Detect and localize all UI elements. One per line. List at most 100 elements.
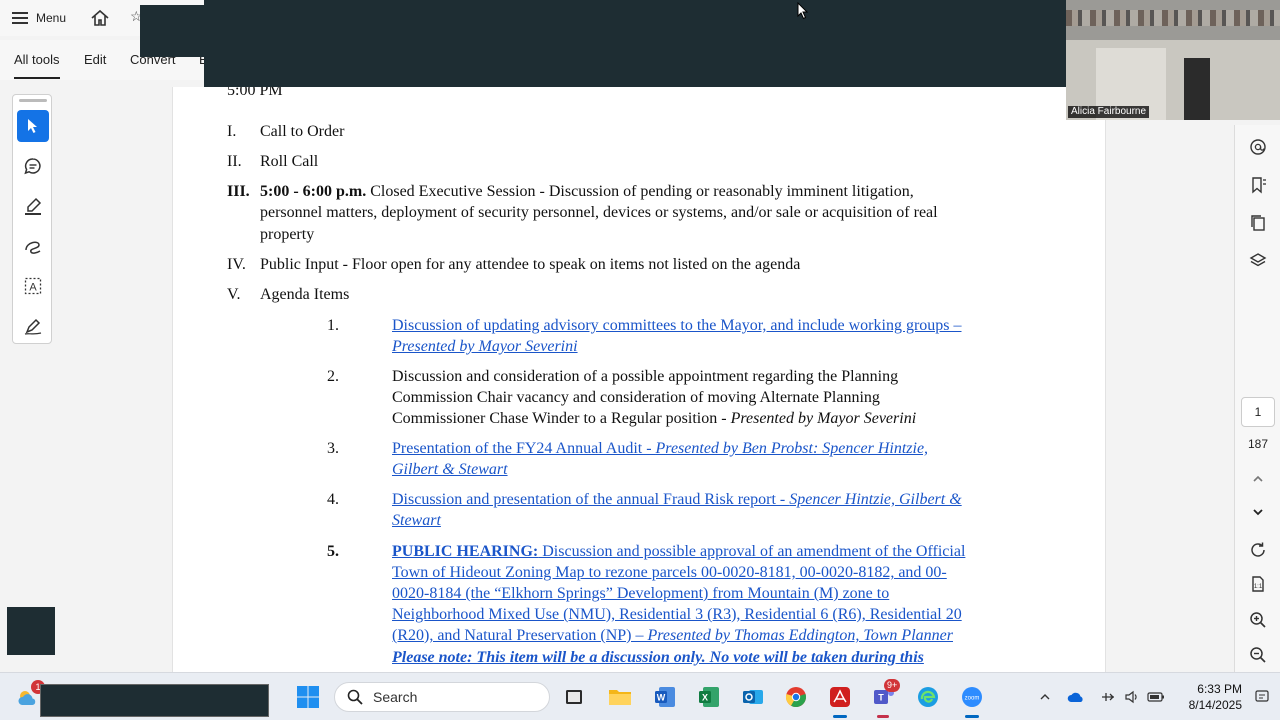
outline-text: Public Input - Floor open for any attend… xyxy=(260,256,801,273)
menu-label: Menu xyxy=(36,11,67,25)
word-icon: W xyxy=(655,687,675,707)
chevron-up-icon xyxy=(1253,475,1263,482)
zoom-out-button[interactable] xyxy=(1246,643,1270,667)
teams-indicator xyxy=(877,715,889,718)
windows-taskbar: 1 Search W X T 9+ zoom 6:33 PM 8/14/2025 xyxy=(0,672,1280,720)
agenda-note[interactable]: Please note: This item will be a discuss… xyxy=(392,649,924,667)
zoom-button[interactable]: zoom xyxy=(958,683,986,711)
volume-icon[interactable] xyxy=(1122,687,1142,707)
onedrive-icon[interactable] xyxy=(1066,687,1086,707)
agenda-link-presenter[interactable]: Gilbert & Stewart xyxy=(392,461,508,479)
highlight-button[interactable] xyxy=(17,190,49,222)
network-icon[interactable] xyxy=(1098,687,1118,707)
public-hearing-label[interactable]: PUBLIC HEARING: xyxy=(392,543,538,560)
comments-panel-button[interactable] xyxy=(1246,135,1270,159)
agenda-link-presenter[interactable]: Presented by Ben Probst: Spencer Hintzie… xyxy=(656,440,929,457)
rail-grip[interactable] xyxy=(19,99,47,102)
agenda-link-part[interactable]: Presentation of the FY24 Annual Audit - xyxy=(392,440,656,457)
outline-text-line: Closed Executive Session - Discussion of… xyxy=(366,183,914,200)
text-box-button[interactable]: A xyxy=(17,270,49,302)
outline-item: I. Call to Order xyxy=(227,123,344,141)
agenda-number: 5. xyxy=(327,543,339,560)
agenda-link[interactable]: PUBLIC HEARING: Discussion and possible … xyxy=(392,543,965,561)
cloud-icon xyxy=(1067,692,1083,702)
menu-button[interactable]: Menu xyxy=(12,8,66,28)
outline-text-line: personnel matters, deployment of securit… xyxy=(260,204,938,221)
previous-page-button[interactable] xyxy=(1246,467,1270,491)
taskbar-search[interactable]: Search xyxy=(334,682,550,712)
edge-button[interactable] xyxy=(914,683,942,711)
task-view-icon xyxy=(566,690,582,704)
outline-text: Agenda Items xyxy=(260,286,350,303)
chrome-icon xyxy=(785,687,806,708)
video-thumbnail[interactable]: Alicia Fairbourne xyxy=(1066,0,1280,120)
page-thumbnails-button[interactable] xyxy=(1246,211,1270,235)
redacted-region xyxy=(40,684,269,717)
fit-page-icon: 1:1 xyxy=(1252,576,1264,592)
agenda-link-presenter[interactable]: Presented by Thomas Eddington, Town Plan… xyxy=(648,627,953,644)
agenda-link-part[interactable]: Discussion and possible approval of an a… xyxy=(538,543,965,560)
search-icon xyxy=(347,689,363,705)
outline-text: Call to Order xyxy=(260,123,345,140)
outlook-button[interactable] xyxy=(739,683,767,711)
start-button[interactable] xyxy=(296,685,320,709)
excel-button[interactable]: X xyxy=(695,683,723,711)
search-placeholder: Search xyxy=(373,689,418,705)
outline-number: IV. xyxy=(227,256,246,273)
speaker-icon xyxy=(1125,690,1137,704)
bookmarks-button[interactable] xyxy=(1246,173,1270,197)
word-button[interactable]: W xyxy=(651,683,679,711)
home-button[interactable] xyxy=(90,8,110,28)
excel-icon: X xyxy=(699,687,719,707)
task-view-button[interactable] xyxy=(560,683,588,711)
layers-icon xyxy=(1249,253,1267,267)
zoom-indicator xyxy=(965,715,979,718)
system-clock[interactable]: 6:33 PM 8/14/2025 xyxy=(1186,681,1242,713)
agenda-text: Commission Chair vacancy and considerati… xyxy=(392,389,880,406)
video-audience xyxy=(1066,10,1280,26)
select-tool-button[interactable] xyxy=(17,110,49,142)
agenda-link-part[interactable]: Discussion and presentation of the annua… xyxy=(392,491,789,508)
zoom-in-button[interactable] xyxy=(1246,608,1270,632)
agenda-link[interactable]: Discussion and presentation of the annua… xyxy=(392,491,962,509)
agenda-link-presenter[interactable]: Presented by Mayor Severini xyxy=(392,338,578,356)
agenda-number: 3. xyxy=(327,440,339,457)
next-page-button[interactable] xyxy=(1246,500,1270,524)
draw-button[interactable] xyxy=(17,230,49,262)
agenda-link-line[interactable]: Neighborhood Mixed Use (NMU), Residentia… xyxy=(392,606,962,624)
active-app-indicator xyxy=(833,715,847,718)
chrome-button[interactable] xyxy=(782,683,810,711)
add-comment-button[interactable] xyxy=(17,150,49,182)
document-viewport[interactable]: 5:00 PM I. Call to Order II. Roll Call I… xyxy=(172,87,1106,672)
tab-edit[interactable]: Edit xyxy=(84,52,106,67)
cursor-arrow-icon xyxy=(28,119,37,133)
outline-number: I. xyxy=(227,123,237,140)
tab-all-tools[interactable]: All tools xyxy=(14,52,60,79)
agenda-link[interactable]: Presentation of the FY24 Annual Audit - … xyxy=(392,440,928,458)
file-explorer-button[interactable] xyxy=(606,683,634,711)
acrobat-icon xyxy=(830,687,850,707)
agenda-link-presenter[interactable]: Spencer Hintzie, Gilbert & xyxy=(789,491,961,508)
fit-page-button[interactable]: 1:1 xyxy=(1246,572,1270,596)
agenda-link-line[interactable]: 0020-8184 (the “Elkhorn Springs” Develop… xyxy=(392,585,889,603)
highlighter-icon xyxy=(25,197,42,215)
clock-date: 8/14/2025 xyxy=(1188,698,1242,712)
sign-button[interactable] xyxy=(17,310,49,342)
notifications-button[interactable] xyxy=(1252,687,1272,707)
agenda-link-line[interactable]: (R20), and Natural Preservation (NP) – P… xyxy=(392,627,953,645)
teams-badge: 9+ xyxy=(884,679,901,692)
layers-button[interactable] xyxy=(1246,249,1270,273)
show-hidden-icons-button[interactable] xyxy=(1035,687,1055,707)
pen-sign-icon xyxy=(24,318,42,335)
notification-center-icon xyxy=(1255,690,1269,702)
hamburger-icon xyxy=(12,12,28,24)
agenda-link-presenter[interactable]: Stewart xyxy=(392,512,441,530)
agenda-link[interactable]: Discussion of updating advisory committe… xyxy=(392,317,962,335)
rotate-button[interactable] xyxy=(1246,538,1270,562)
agenda-link-part[interactable]: (R20), and Natural Preservation (NP) – xyxy=(392,627,648,644)
agenda-link-line[interactable]: Town of Hideout Zoning Map to rezone par… xyxy=(392,564,947,582)
current-page-input[interactable]: 1 xyxy=(1241,397,1275,427)
svg-text:A: A xyxy=(29,282,37,294)
battery-icon[interactable] xyxy=(1146,687,1166,707)
acrobat-button[interactable] xyxy=(826,683,854,711)
